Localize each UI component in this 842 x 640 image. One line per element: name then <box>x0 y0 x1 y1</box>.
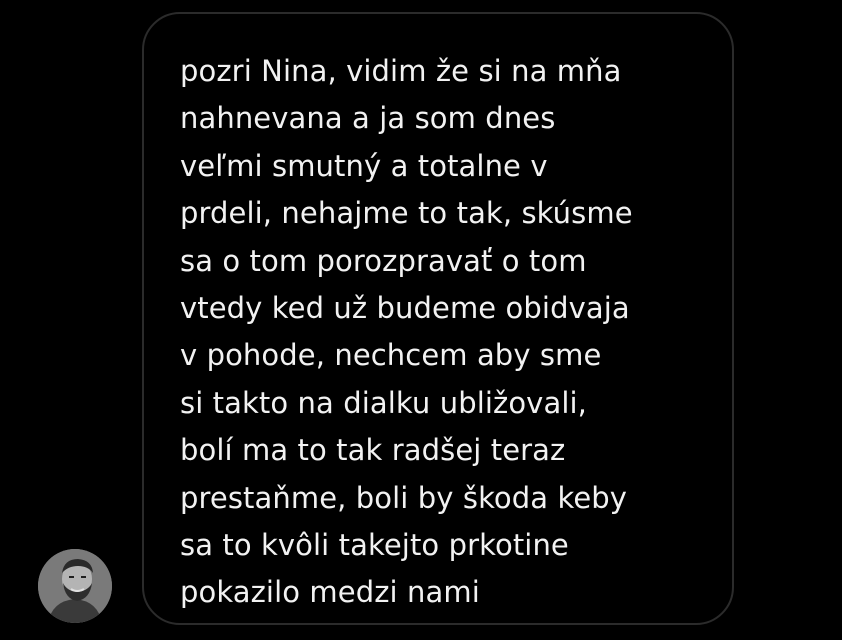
message-bubble[interactable]: pozri Nina, vidim že si na mňa nahnevana… <box>142 12 734 625</box>
message-text: pozri Nina, vidim že si na mňa nahnevana… <box>180 54 633 610</box>
profile-photo-icon <box>38 549 112 623</box>
sender-avatar[interactable] <box>38 549 112 623</box>
